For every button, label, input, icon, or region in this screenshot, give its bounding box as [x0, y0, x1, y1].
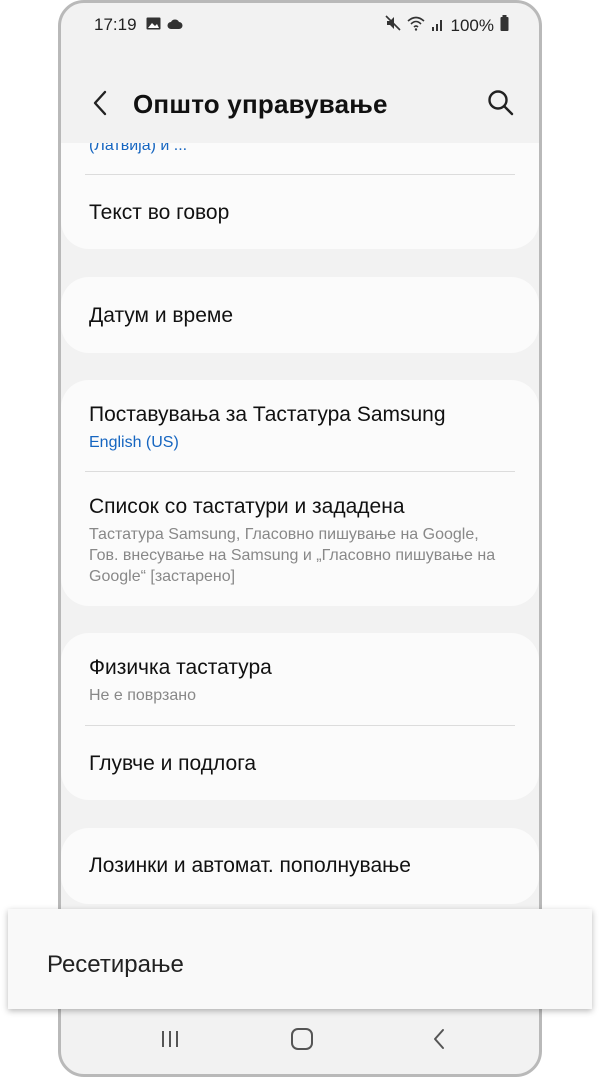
chevron-left-icon [93, 90, 107, 116]
image-icon [146, 15, 161, 35]
list-item-text-to-speech[interactable]: Текст во говор [61, 175, 539, 249]
card-date-time: Датум и време [61, 277, 539, 353]
wifi-icon [406, 16, 425, 36]
nav-back-button[interactable] [425, 1024, 455, 1054]
recent-apps-icon [162, 1031, 178, 1047]
back-button[interactable] [85, 87, 117, 119]
nav-back-icon [434, 1029, 444, 1049]
card-passwords: Лозинки и автомат. пополнување [61, 828, 539, 904]
status-bar: 17:19 100% [61, 3, 539, 43]
search-icon [488, 90, 514, 116]
search-button[interactable] [485, 87, 517, 119]
page-title: Општо управување [133, 89, 388, 119]
text-to-speech-label: Текст во говор [89, 201, 230, 224]
battery-percent: 100% [450, 15, 494, 35]
card-input-devices: Физичка тастатура Не е поврзано Глувче и… [61, 633, 539, 800]
keyboard-list-subtitle: Тастатура Samsung, Гласовно пишување на … [89, 526, 496, 585]
language-subtitle: (Латвија) и ... [89, 143, 188, 154]
home-button[interactable] [287, 1024, 317, 1054]
physical-keyboard-subtitle: Не е поврзано [89, 687, 196, 704]
signal-icon [431, 16, 445, 36]
samsung-keyboard-label: Поставувања за Тастатура Samsung [89, 403, 446, 426]
card-language-tts: (Латвија) и ... Текст во говор [61, 143, 539, 249]
list-item-date-time[interactable]: Датум и време [61, 277, 539, 353]
date-time-label: Датум и време [89, 304, 234, 327]
list-item-samsung-keyboard[interactable]: Поставувања за Тастатура Samsung English… [61, 380, 539, 471]
physical-keyboard-label: Физичка тастатура [89, 656, 272, 679]
app-bar: Општо управување [61, 73, 539, 133]
reset-highlight-panel[interactable]: Ресетирање [8, 909, 592, 1009]
cloud-icon [167, 15, 183, 35]
status-time: 17:19 [94, 15, 137, 34]
navigation-bar [61, 1004, 539, 1074]
card-keyboards: Поставувања за Тастатура Samsung English… [61, 380, 539, 606]
battery-icon [500, 15, 509, 36]
list-item-passwords-autofill[interactable]: Лозинки и автомат. пополнување [61, 828, 539, 904]
recent-apps-button[interactable] [155, 1024, 185, 1054]
passwords-autofill-label: Лозинки и автомат. пополнување [89, 854, 411, 877]
list-item-keyboard-list[interactable]: Список со тастатури и зададена Тастатура… [61, 472, 539, 606]
list-item-language[interactable]: (Латвија) и ... [61, 143, 539, 173]
list-item-mouse-trackpad[interactable]: Глувче и подлога [61, 726, 539, 800]
keyboard-list-label: Список со тастатури и зададена [89, 495, 405, 518]
mouse-trackpad-label: Глувче и подлога [89, 752, 257, 775]
reset-label: Ресетирање [47, 951, 184, 978]
status-right: 100% [384, 15, 509, 36]
home-icon [291, 1028, 313, 1050]
mute-icon [384, 15, 401, 36]
samsung-keyboard-subtitle: English (US) [89, 434, 179, 451]
list-item-physical-keyboard[interactable]: Физичка тастатура Не е поврзано [61, 633, 539, 725]
